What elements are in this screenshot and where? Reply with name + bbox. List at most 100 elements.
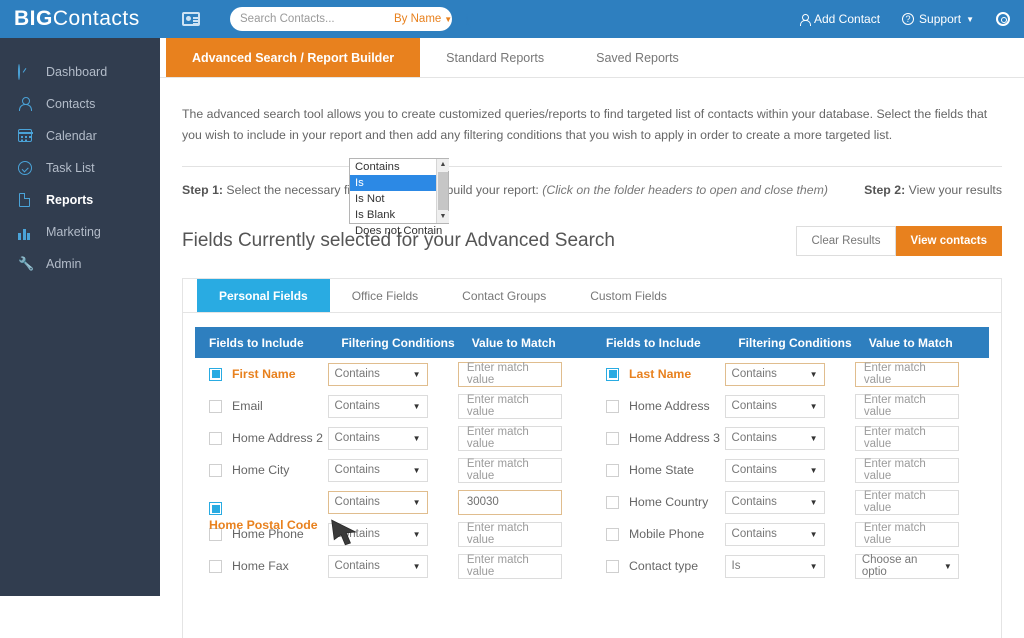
support-menu[interactable]: ? Support ▼ <box>902 12 974 26</box>
chevron-down-icon: ▼ <box>412 561 421 571</box>
add-contact-button[interactable]: Add Contact <box>800 12 880 26</box>
subtab-personal-fields[interactable]: Personal Fields <box>197 279 330 312</box>
value-input-right-4[interactable]: Enter match value <box>854 489 959 515</box>
condition-select-left-4[interactable]: Contains ▼ <box>327 490 428 514</box>
tab-saved-reports[interactable]: Saved Reports <box>570 38 705 77</box>
chevron-down-icon: ▼ <box>412 401 421 411</box>
condition-select-left-2[interactable]: Contains ▼ <box>327 426 428 450</box>
field-label: Home Address <box>629 399 710 413</box>
condition-select-left-3[interactable]: Contains ▼ <box>327 458 428 482</box>
sidebar-item-task-list[interactable]: Task List <box>0 152 160 184</box>
sidebar-item-contacts[interactable]: Contacts <box>0 88 160 120</box>
field-checkbox-right-5[interactable] <box>606 527 620 541</box>
search-input[interactable] <box>240 13 394 25</box>
sidebar-item-reports[interactable]: Reports <box>0 184 160 216</box>
condition-select-left-6[interactable]: Contains ▼ <box>327 554 428 578</box>
clear-results-button[interactable]: Clear Results <box>796 226 896 256</box>
condition-select-right-5[interactable]: Contains ▼ <box>724 522 825 546</box>
condition-select-left-1[interactable]: Contains ▼ <box>327 394 428 418</box>
field-checkbox-right-2[interactable] <box>606 431 620 445</box>
condition-select-right-1[interactable]: Contains ▼ <box>724 394 825 418</box>
scrollbar-thumb[interactable] <box>438 172 448 210</box>
search-scope-dropdown[interactable]: By Name ▼ <box>394 13 452 25</box>
tab-advanced-search[interactable]: Advanced Search / Report Builder <box>166 38 421 77</box>
fields-panel: Personal Fields Office Fields Contact Gr… <box>182 278 1002 638</box>
divider <box>182 166 1002 167</box>
field-checkbox-right-0[interactable] <box>606 367 620 381</box>
condition-select-left-0[interactable]: Contains ▼ <box>327 362 428 386</box>
scroll-up-icon[interactable]: ▲ <box>437 159 449 171</box>
field-checkbox-right-6[interactable] <box>606 559 620 573</box>
sidebar-item-marketing[interactable]: Marketing <box>0 216 160 248</box>
col-header-conditions-left: Filtering Conditions <box>341 335 455 350</box>
value-input-left-4[interactable]: 30030 <box>457 489 562 515</box>
field-checkbox-right-4[interactable] <box>606 495 620 509</box>
value-input-left-5[interactable]: Enter match value <box>457 521 562 547</box>
field-checkbox-left-6[interactable] <box>209 559 222 573</box>
field-checkbox-left-1[interactable] <box>209 399 222 413</box>
sidebar-item-admin[interactable]: 🔧 Admin <box>0 248 160 280</box>
search-box[interactable]: By Name▼ <box>230 7 469 31</box>
filter-condition-dropdown[interactable]: Contains Is Is Not Is Blank Does not Contain… <box>349 158 449 237</box>
field-checkbox-right-3[interactable] <box>606 463 620 477</box>
condition-value: Contains <box>334 464 380 476</box>
field-checkbox-left-2[interactable] <box>209 431 222 445</box>
chevron-down-icon: ▼ <box>412 433 421 443</box>
condition-value: Contains <box>731 496 777 508</box>
report-tabs: Advanced Search / Report Builder Standar… <box>160 38 1024 78</box>
contact-card-icon[interactable] <box>182 12 200 26</box>
dropdown-option-0[interactable]: Contains <box>350 159 448 175</box>
settings-button[interactable] <box>996 12 1010 26</box>
subtab-office-fields[interactable]: Office Fields <box>330 279 440 312</box>
condition-select-left-5[interactable]: Contains ▼ <box>327 522 428 546</box>
dropdown-option-3[interactable]: Is Blank <box>350 207 448 223</box>
condition-value: Contains <box>731 528 777 540</box>
gear-icon <box>996 12 1010 26</box>
value-input-right-2[interactable]: Enter match value <box>854 425 959 451</box>
dropdown-option-1[interactable]: Is <box>350 175 448 191</box>
subtab-label: Personal Fields <box>219 288 308 303</box>
app-logo[interactable]: BIGContacts <box>0 7 160 31</box>
value-input-left-0[interactable]: Enter match value <box>457 361 562 387</box>
value-input-right-5[interactable]: Enter match value <box>854 521 959 547</box>
value-input-left-3[interactable]: Enter match value <box>457 457 562 483</box>
dropdown-scrollbar[interactable]: ▲ ▼ <box>436 159 449 223</box>
tab-label: Standard Reports <box>446 50 545 65</box>
subtab-custom-fields[interactable]: Custom Fields <box>568 279 689 312</box>
field-checkbox-right-1[interactable] <box>606 399 620 413</box>
intro-paragraph: The advanced search tool allows you to c… <box>182 107 988 142</box>
chevron-down-icon: ▼ <box>412 369 421 379</box>
field-checkbox-left-4[interactable] <box>209 502 222 515</box>
scroll-down-icon[interactable]: ▼ <box>437 211 449 223</box>
chevron-down-icon: ▼ <box>809 433 818 443</box>
value-input-left-6[interactable]: Enter match value <box>457 553 562 579</box>
step1-label: Step 1: <box>182 183 223 197</box>
table-row: First Name Contains ▼ Enter match value Las… <box>195 358 989 390</box>
value-input-left-2[interactable]: Enter match value <box>457 425 562 451</box>
subtab-contact-groups[interactable]: Contact Groups <box>440 279 568 312</box>
condition-select-right-2[interactable]: Contains ▼ <box>724 426 825 450</box>
step2-text: View your results <box>908 183 1002 197</box>
value-input-right-1[interactable]: Enter match value <box>854 393 959 419</box>
condition-select-right-3[interactable]: Contains ▼ <box>724 458 825 482</box>
search-icon[interactable] <box>466 13 469 25</box>
sidebar-item-dashboard[interactable]: Dashboard <box>0 56 160 88</box>
sidebar-item-label: Calendar <box>46 129 97 143</box>
condition-select-right-6[interactable]: Is ▼ <box>724 554 825 578</box>
chevron-down-icon: ▼ <box>809 561 818 571</box>
value-select-right-6[interactable]: Choose an optio ▼ <box>854 553 959 579</box>
field-checkbox-left-0[interactable] <box>209 367 222 381</box>
value-input-left-1[interactable]: Enter match value <box>457 393 562 419</box>
value-input-right-3[interactable]: Enter match value <box>854 457 959 483</box>
dropdown-option-4[interactable]: Does not Contain <box>350 223 448 239</box>
dropdown-option-2[interactable]: Is Not <box>350 191 448 207</box>
value-input-right-0[interactable]: Enter match value <box>854 361 959 387</box>
sidebar-item-calendar[interactable]: Calendar <box>0 120 160 152</box>
main-content: Advanced Search / Report Builder Standar… <box>160 38 1024 638</box>
condition-select-right-4[interactable]: Contains ▼ <box>724 490 825 514</box>
tab-standard-reports[interactable]: Standard Reports <box>420 38 570 77</box>
field-checkbox-left-3[interactable] <box>209 463 222 477</box>
view-contacts-button[interactable]: View contacts <box>895 226 1002 256</box>
field-label: Home State <box>629 463 694 477</box>
condition-select-right-0[interactable]: Contains ▼ <box>724 362 825 386</box>
